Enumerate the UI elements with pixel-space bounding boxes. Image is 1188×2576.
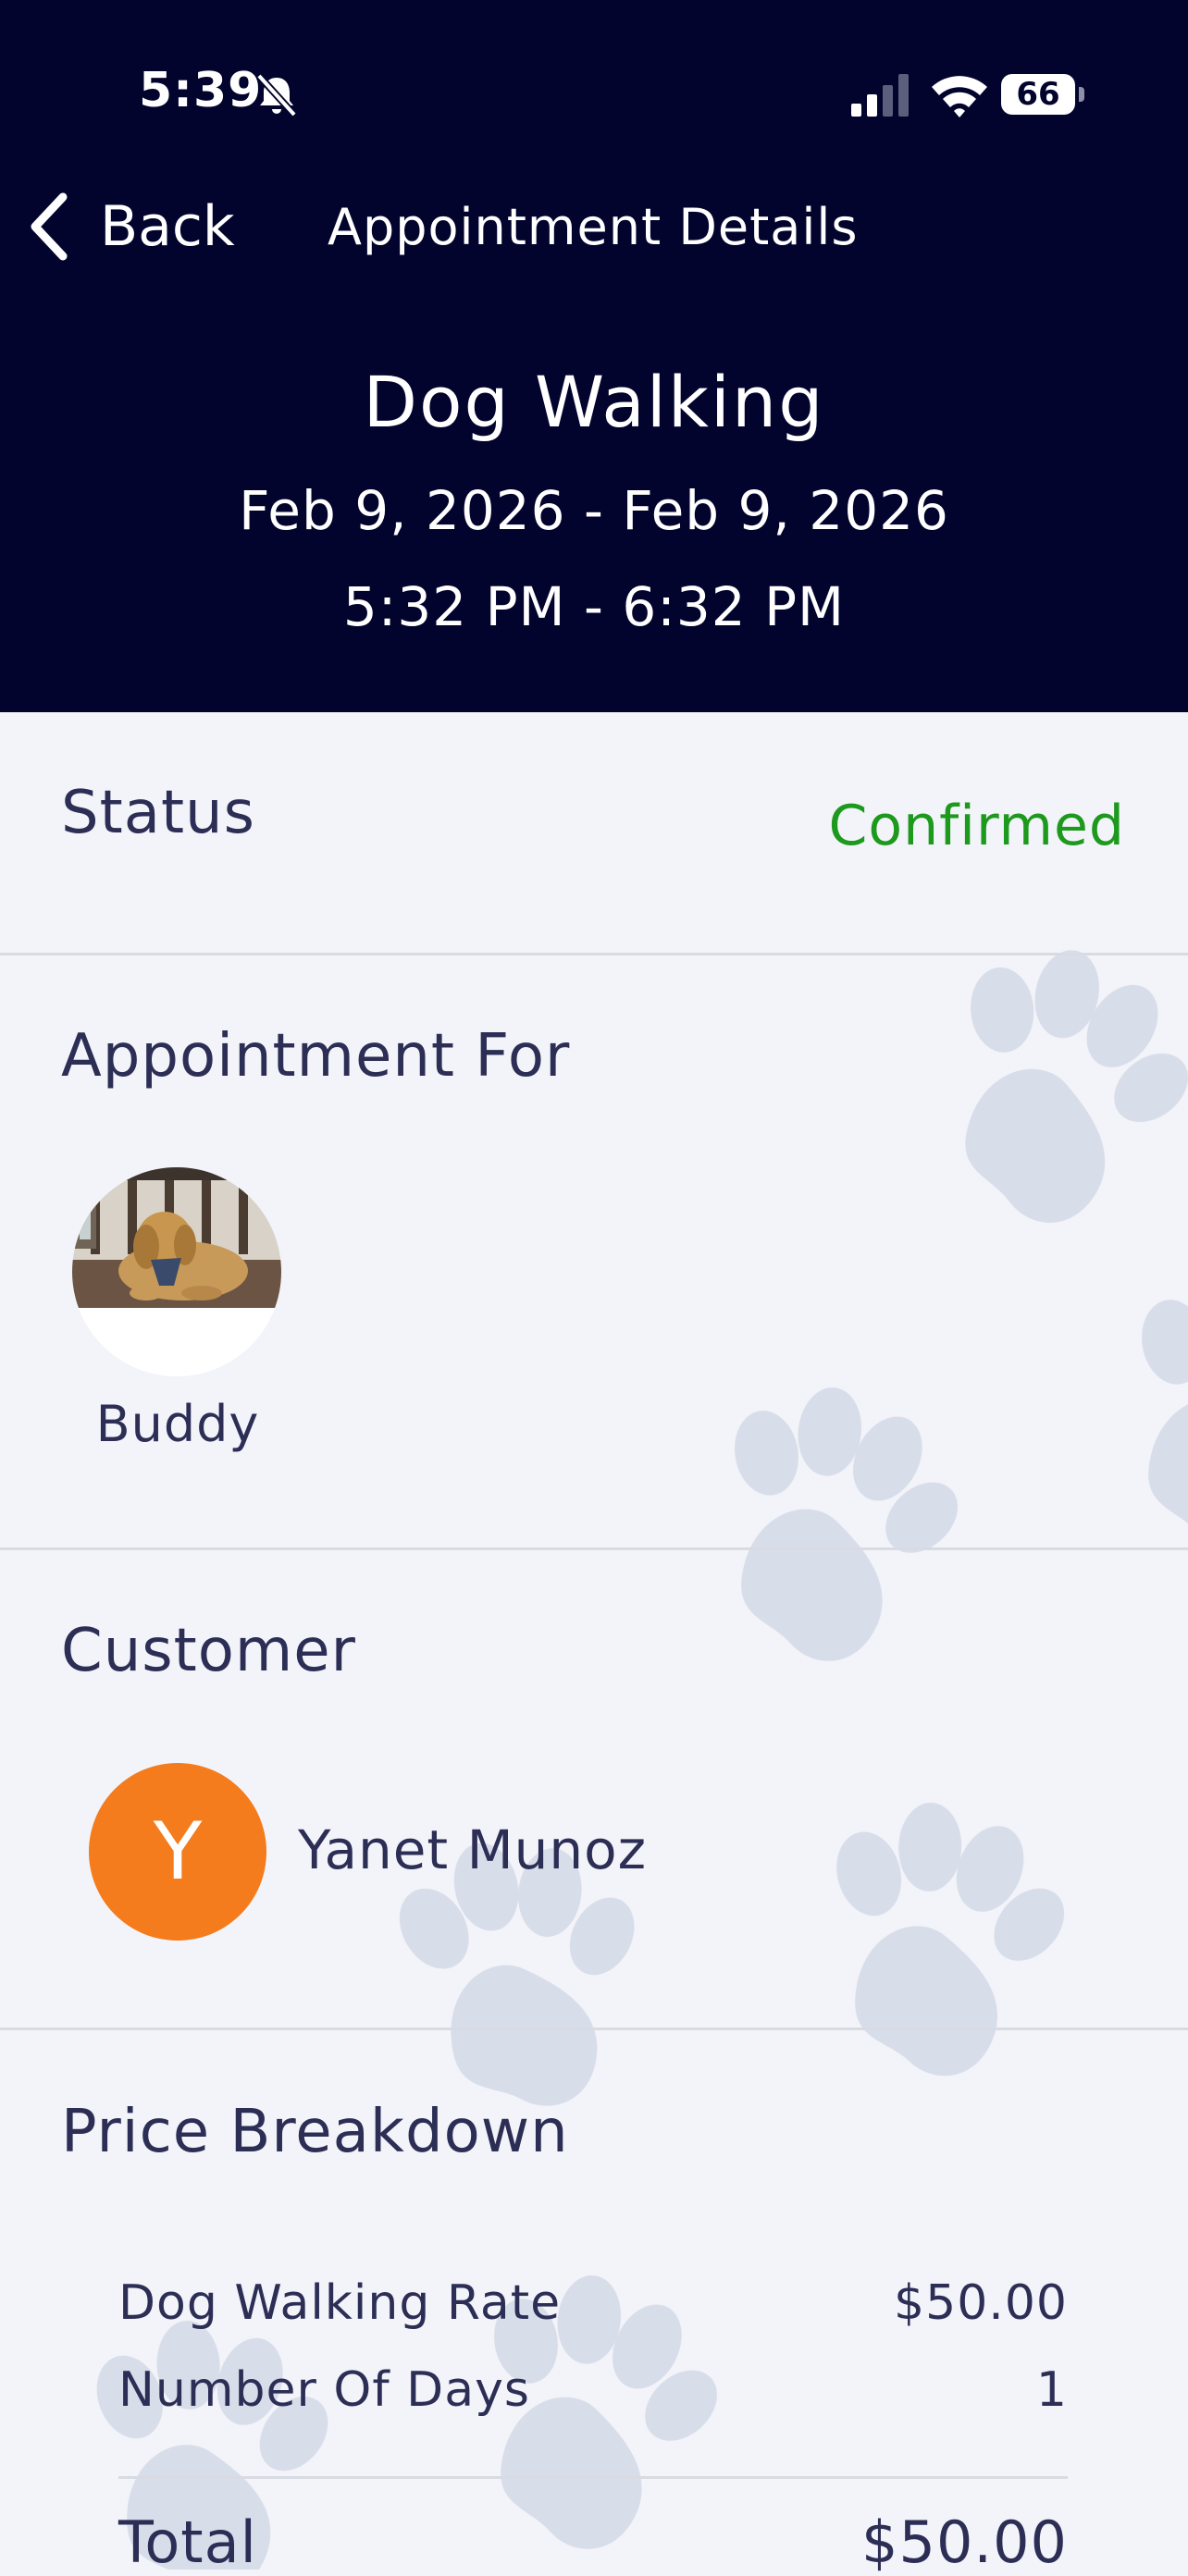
price-row-value: $50.00 (894, 2275, 1068, 2331)
status-bar: 5:39 66 (0, 0, 1188, 185)
page-title: Appointment Details (328, 198, 859, 256)
total-value: $50.00 (861, 2508, 1068, 2576)
total-label: Total (118, 2508, 257, 2576)
status-time: 5:39 (139, 63, 263, 118)
battery-icon: 66 (1001, 74, 1086, 117)
customer-name[interactable]: Yanet Munoz (298, 1818, 647, 1881)
appointment-time-range: 5:32 PM - 6:32 PM (342, 575, 846, 638)
customer-avatar[interactable]: Y (89, 1763, 266, 1941)
chevron-left-icon (31, 192, 68, 261)
price-breakdown-label: Price Breakdown (61, 2098, 569, 2166)
appointment-for-label: Appointment For (61, 1022, 571, 1091)
price-divider (118, 2476, 1068, 2479)
status-label: Status (61, 779, 255, 847)
service-title: Dog Walking (363, 361, 825, 443)
price-row-value: 1 (1035, 2362, 1068, 2418)
appointment-date-range: Feb 9, 2026 - Feb 9, 2026 (239, 479, 949, 542)
total-row: Total $50.00 (118, 2508, 1068, 2576)
battery-cap (1079, 87, 1084, 102)
bell-slash-icon (256, 73, 297, 117)
cellular-signal-icon (851, 74, 909, 117)
battery-level: 66 (1001, 74, 1075, 115)
price-row: Dog Walking Rate $50.00 (118, 2275, 1068, 2331)
back-label: Back (100, 194, 235, 259)
status-badge: Confirmed (828, 794, 1125, 858)
customer-label: Customer (61, 1617, 356, 1685)
appointment-header: 5:39 66 Back Appointment Details Dog Wal… (0, 0, 1188, 712)
price-row: Number Of Days 1 (118, 2362, 1068, 2418)
pet-avatar[interactable] (72, 1167, 281, 1376)
back-button[interactable]: Back (26, 185, 235, 268)
dog-photo (72, 1167, 281, 1376)
price-row-label: Dog Walking Rate (118, 2275, 562, 2331)
pet-name: Buddy (95, 1395, 260, 1453)
wifi-icon (932, 76, 987, 117)
price-row-label: Number Of Days (118, 2362, 530, 2418)
